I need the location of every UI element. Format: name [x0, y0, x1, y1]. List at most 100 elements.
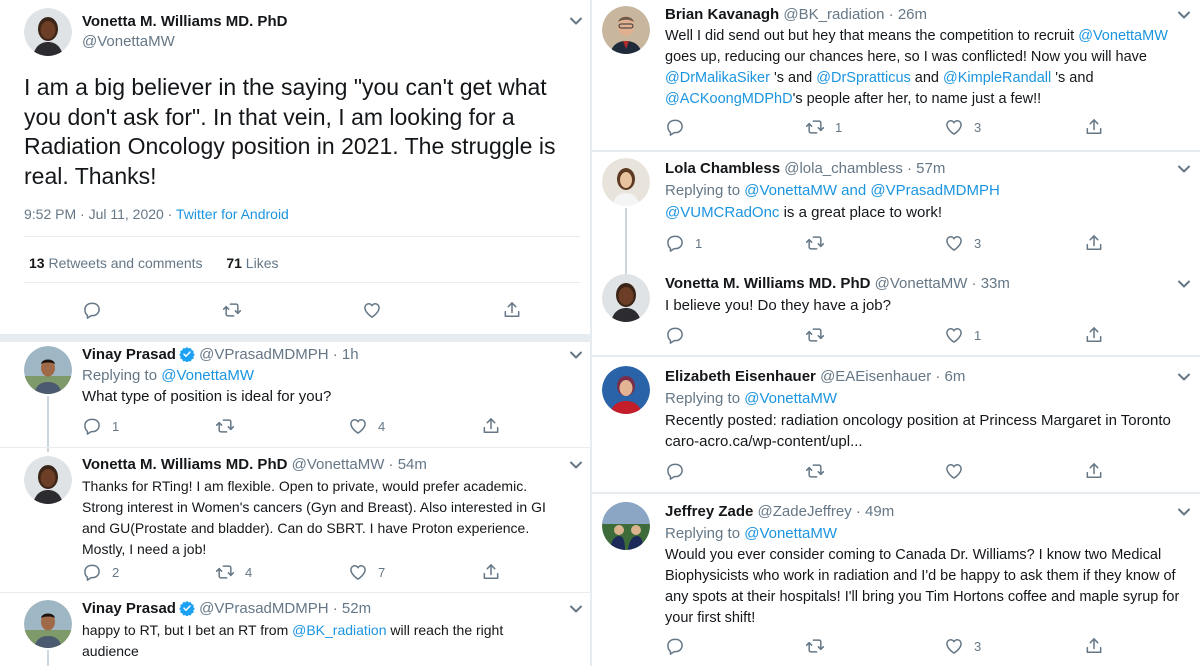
tweet-source[interactable]: Twitter for Android — [176, 206, 289, 222]
reply-timestamp[interactable]: · 26m — [889, 6, 927, 23]
chevron-down-icon[interactable] — [1177, 372, 1191, 382]
reply-timestamp[interactable]: · 6m — [935, 368, 965, 385]
reply-timestamp[interactable]: · 1h — [333, 346, 359, 363]
chevron-down-icon[interactable] — [569, 16, 583, 26]
reply-author-name[interactable]: Brian Kavanagh — [665, 6, 779, 23]
like-button[interactable]: 7 — [348, 562, 385, 582]
avatar[interactable] — [24, 8, 72, 56]
chevron-down-icon[interactable] — [1177, 279, 1191, 289]
mention-link[interactable]: @VPrasadMDMPH — [870, 182, 999, 199]
chevron-down-icon[interactable] — [569, 604, 583, 614]
mention-link[interactable]: @DrSpratticus — [816, 70, 911, 86]
verified-badge-icon — [179, 346, 195, 362]
reply-button[interactable] — [665, 325, 695, 345]
text-segment: goes up, reducing our chances here, so I… — [665, 49, 1147, 65]
retweet-button[interactable] — [805, 636, 835, 656]
reply-button[interactable] — [665, 117, 695, 137]
share-button[interactable] — [1084, 636, 1104, 656]
like-button[interactable]: 3 — [944, 233, 981, 253]
like-button[interactable]: 3 — [944, 636, 981, 656]
share-button[interactable] — [502, 300, 522, 320]
reply-button[interactable] — [665, 636, 695, 656]
avatar[interactable] — [602, 502, 650, 550]
reply-author-name[interactable]: Vonetta M. Williams MD. PhD — [665, 275, 870, 292]
author-name[interactable]: Vonetta M. Williams MD. PhD — [82, 13, 287, 30]
reply-author-name[interactable]: Vonetta M. Williams MD. PhD — [82, 456, 287, 473]
reply-button[interactable]: 1 — [82, 416, 119, 436]
reply-author-handle[interactable]: @ZadeJeffrey — [758, 503, 852, 520]
heart-icon — [944, 233, 964, 253]
tweet-timestamp[interactable]: 9:52 PM · Jul 11, 2020 · — [24, 206, 176, 222]
share-button[interactable] — [1084, 233, 1104, 253]
reply-author-handle[interactable]: @BK_radiation — [783, 6, 884, 23]
like-button[interactable] — [362, 300, 382, 320]
like-button[interactable]: 3 — [944, 117, 981, 137]
chevron-down-icon[interactable] — [569, 460, 583, 470]
retweet-button[interactable] — [805, 233, 835, 253]
mention-link[interactable]: @BK_radiation — [292, 622, 386, 638]
retweet-count: 1 — [835, 119, 843, 135]
retweets-link[interactable]: 13 Retweets and comments — [29, 255, 203, 271]
avatar[interactable] — [602, 366, 650, 414]
author-handle[interactable]: @VonettaMW — [82, 32, 175, 52]
retweet-button[interactable] — [222, 300, 242, 320]
reply-button[interactable] — [82, 300, 102, 320]
retweet-button[interactable] — [805, 461, 835, 481]
like-button[interactable]: 1 — [944, 325, 981, 345]
reply-author-handle[interactable]: @VonettaMW — [292, 456, 385, 473]
likes-link[interactable]: 71 Likes — [226, 255, 278, 271]
like-button[interactable] — [944, 461, 974, 481]
reply-timestamp[interactable]: · 49m — [856, 503, 894, 520]
reply-timestamp[interactable]: · 33m — [972, 275, 1010, 292]
reply-button[interactable]: 2 — [82, 562, 119, 582]
reply-author-name[interactable]: Vinay Prasad — [82, 600, 176, 617]
mention-link[interactable]: @VUMCRadOnc — [665, 204, 779, 221]
like-button[interactable]: 4 — [348, 416, 385, 436]
retweet-button[interactable] — [215, 416, 245, 436]
thread-connector — [47, 650, 49, 666]
reply-author-name[interactable]: Lola Chambless — [665, 160, 780, 177]
mention-link[interactable]: @ACKoongMDPhD — [665, 91, 793, 107]
share-button[interactable] — [1084, 461, 1104, 481]
share-button[interactable] — [1084, 325, 1104, 345]
mention-link[interactable]: @VonettaMW — [744, 390, 837, 407]
reply-author-handle[interactable]: @VonettaMW — [875, 275, 968, 292]
reply-timestamp[interactable]: · 52m — [333, 600, 371, 617]
avatar[interactable] — [602, 6, 650, 54]
reply-author-name[interactable]: Vinay Prasad — [82, 346, 176, 363]
avatar[interactable] — [24, 600, 72, 648]
share-button[interactable] — [481, 416, 501, 436]
chevron-down-icon[interactable] — [569, 350, 583, 360]
share-button[interactable] — [1084, 117, 1104, 137]
reply-author-name[interactable]: Jeffrey Zade — [665, 503, 753, 520]
url-link[interactable]: caro-acro.ca/wp-content/upl... — [665, 431, 1195, 452]
chevron-down-icon[interactable] — [1177, 507, 1191, 517]
reply-button[interactable] — [665, 461, 695, 481]
reply-author-handle[interactable]: @VPrasadMDMPH — [199, 600, 328, 617]
avatar[interactable] — [602, 274, 650, 322]
reply-author-handle[interactable]: @lola_chambless — [784, 160, 903, 177]
chevron-down-icon[interactable] — [1177, 10, 1191, 20]
retweet-button[interactable]: 1 — [805, 117, 842, 137]
mention-link[interactable]: @VonettaMW — [744, 182, 837, 199]
mention-link[interactable]: @DrMalikaSiker — [665, 70, 770, 86]
retweet-button[interactable]: 4 — [215, 562, 252, 582]
avatar[interactable] — [602, 158, 650, 206]
retweet-button[interactable] — [805, 325, 835, 345]
reply-author-handle[interactable]: @EAEisenhauer — [820, 368, 931, 385]
replying-to-label: Replying to — [665, 182, 745, 199]
mention-link[interactable]: @KimpleRandall — [943, 70, 1051, 86]
reply-author-name[interactable]: Elizabeth Eisenhauer — [665, 368, 816, 385]
share-button[interactable] — [481, 562, 501, 582]
reply-timestamp[interactable]: · 57m — [907, 160, 945, 177]
chevron-down-icon[interactable] — [1177, 164, 1191, 174]
reply-timestamp[interactable]: · 54m — [389, 456, 427, 473]
mention-link[interactable]: @VonettaMW — [744, 525, 837, 542]
mention-link[interactable]: @VonettaMW — [161, 367, 254, 384]
mention-link[interactable]: @VonettaMW — [1078, 28, 1168, 44]
reply-author-handle[interactable]: @VPrasadMDMPH — [199, 346, 328, 363]
text-segment: is a great place to work! — [779, 204, 942, 221]
reply-button[interactable]: 1 — [665, 233, 702, 253]
avatar[interactable] — [24, 346, 72, 394]
avatar[interactable] — [24, 456, 72, 504]
